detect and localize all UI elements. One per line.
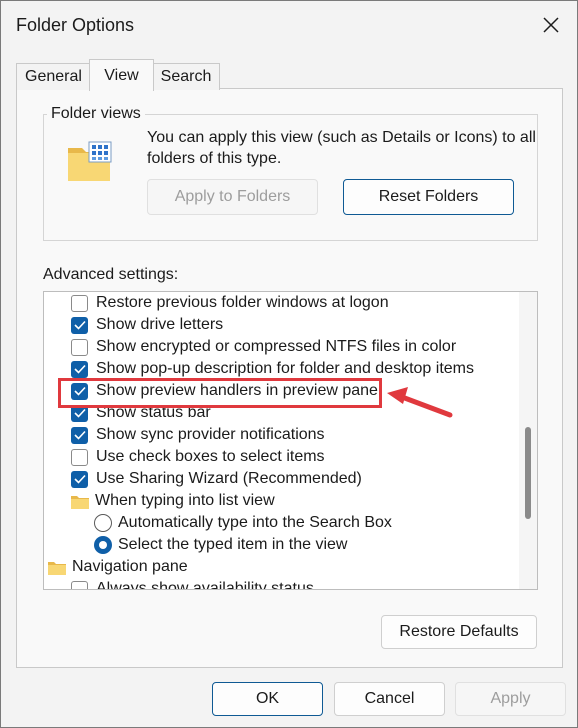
setting-show-drive-letters[interactable]: Show drive letters bbox=[71, 314, 223, 336]
setting-always-show-availability[interactable]: Always show availability status bbox=[71, 578, 314, 590]
reset-folders-button[interactable]: Reset Folders bbox=[343, 179, 514, 215]
tab-search[interactable]: Search bbox=[152, 63, 220, 90]
check-icon bbox=[73, 408, 86, 418]
advanced-settings-label: Advanced settings: bbox=[43, 266, 179, 283]
apply-to-folders-button[interactable]: Apply to Folders bbox=[147, 179, 318, 215]
apply-button[interactable]: Apply bbox=[455, 682, 566, 716]
setting-label: Automatically type into the Search Box bbox=[118, 514, 392, 531]
setting-label: When typing into list view bbox=[95, 492, 275, 509]
setting-select-typed-item[interactable]: Select the typed item in the view bbox=[94, 534, 347, 556]
setting-show-sync-notifications[interactable]: Show sync provider notifications bbox=[71, 424, 325, 446]
checkbox[interactable] bbox=[71, 426, 88, 444]
setting-label: Use Sharing Wizard (Recommended) bbox=[96, 470, 362, 487]
radio-button[interactable] bbox=[94, 514, 112, 532]
setting-show-popup-description[interactable]: Show pop-up description for folder and d… bbox=[71, 358, 474, 380]
close-button[interactable] bbox=[535, 9, 567, 41]
checkbox[interactable] bbox=[71, 360, 88, 378]
restore-defaults-button[interactable]: Restore Defaults bbox=[381, 615, 537, 649]
folder-options-dialog: Folder Options General View Search Folde… bbox=[0, 0, 578, 728]
tab-view[interactable]: View bbox=[89, 59, 154, 91]
cancel-button[interactable]: Cancel bbox=[334, 682, 445, 716]
annotation-highlight-box bbox=[58, 378, 382, 408]
tab-bar: General View Search bbox=[16, 59, 561, 91]
folder-views-legend: Folder views bbox=[47, 105, 145, 123]
close-icon bbox=[543, 17, 559, 33]
ok-button[interactable]: OK bbox=[212, 682, 323, 716]
advanced-settings-list[interactable]: Restore previous folder windows at logon… bbox=[43, 291, 538, 590]
setting-label: Navigation pane bbox=[72, 558, 188, 575]
check-icon bbox=[73, 320, 86, 330]
checkbox[interactable] bbox=[71, 338, 88, 356]
check-icon bbox=[73, 430, 86, 440]
folder-icon bbox=[71, 495, 89, 509]
setting-label: Use check boxes to select items bbox=[96, 448, 325, 465]
setting-use-sharing-wizard[interactable]: Use Sharing Wizard (Recommended) bbox=[71, 468, 362, 490]
checkbox[interactable] bbox=[71, 316, 88, 334]
tab-general[interactable]: General bbox=[16, 63, 91, 90]
scrollbar[interactable] bbox=[519, 292, 537, 589]
checkbox[interactable] bbox=[71, 470, 88, 488]
setting-label: Always show availability status bbox=[96, 580, 314, 590]
checkbox[interactable] bbox=[71, 294, 88, 312]
setting-label: Select the typed item in the view bbox=[118, 536, 348, 553]
setting-show-encrypted-color[interactable]: Show encrypted or compressed NTFS files … bbox=[71, 336, 456, 358]
setting-label: Show sync provider notifications bbox=[96, 426, 325, 443]
check-icon bbox=[73, 474, 86, 484]
window-title: Folder Options bbox=[16, 15, 135, 35]
folder-views-icon bbox=[68, 141, 112, 181]
setting-use-check-boxes[interactable]: Use check boxes to select items bbox=[71, 446, 325, 468]
annotation-arrow-icon bbox=[387, 387, 453, 418]
check-icon bbox=[73, 364, 86, 374]
folder-views-description: You can apply this view (such as Details… bbox=[147, 129, 536, 167]
setting-group-navigation-pane: Navigation pane bbox=[48, 556, 188, 578]
checkbox[interactable] bbox=[71, 448, 88, 466]
checkbox[interactable] bbox=[71, 580, 88, 589]
setting-label: Show drive letters bbox=[96, 316, 224, 333]
scrollbar-thumb[interactable] bbox=[525, 427, 531, 519]
navigation-pane-icon bbox=[48, 561, 66, 575]
setting-label: Restore previous folder windows at logon bbox=[96, 294, 389, 311]
setting-label: Show pop-up description for folder and d… bbox=[96, 360, 474, 377]
setting-group-typing-list-view: When typing into list view bbox=[71, 490, 275, 512]
radio-button[interactable] bbox=[94, 536, 112, 554]
setting-auto-type-search-box[interactable]: Automatically type into the Search Box bbox=[94, 512, 392, 534]
setting-restore-previous-windows[interactable]: Restore previous folder windows at logon bbox=[71, 292, 389, 314]
setting-label: Show encrypted or compressed NTFS files … bbox=[96, 338, 457, 355]
